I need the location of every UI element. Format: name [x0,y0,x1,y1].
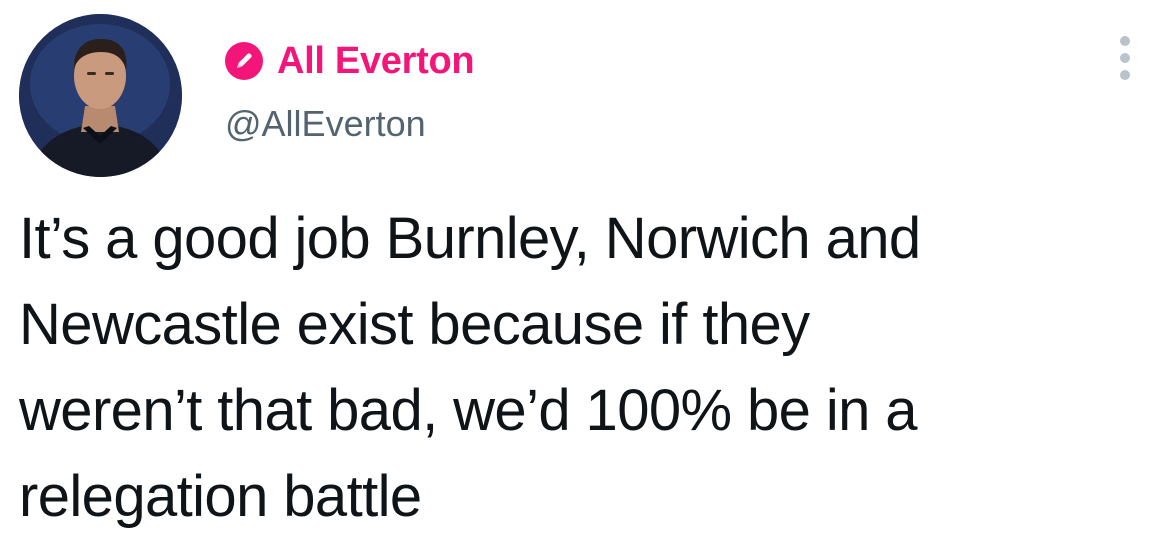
tweet-text: It’s a good job Burnley, Norwich and New… [19,196,1139,540]
pencil-icon [237,53,252,68]
more-options-button[interactable] [1112,36,1138,80]
author-name-row[interactable]: All Everton [225,36,475,86]
tweet-text-line: relegation battle [19,464,422,529]
author-display-name[interactable]: All Everton [277,42,475,80]
tweet-card: All Everton @AllEverton It’s a good job … [0,0,1162,548]
tweet-text-line: weren’t that bad, we’d 100% be in a [19,378,918,443]
more-vertical-icon [1120,70,1130,80]
more-vertical-icon [1120,53,1130,63]
author-badge [225,42,263,80]
more-vertical-icon [1120,36,1130,46]
tweet-text-line: It’s a good job Burnley, Norwich and [19,206,921,271]
avatar[interactable] [19,14,182,177]
tweet-text-line: Newcastle exist because if they [19,292,810,357]
author-handle[interactable]: @AllEverton [225,106,426,142]
avatar-image [19,14,182,177]
